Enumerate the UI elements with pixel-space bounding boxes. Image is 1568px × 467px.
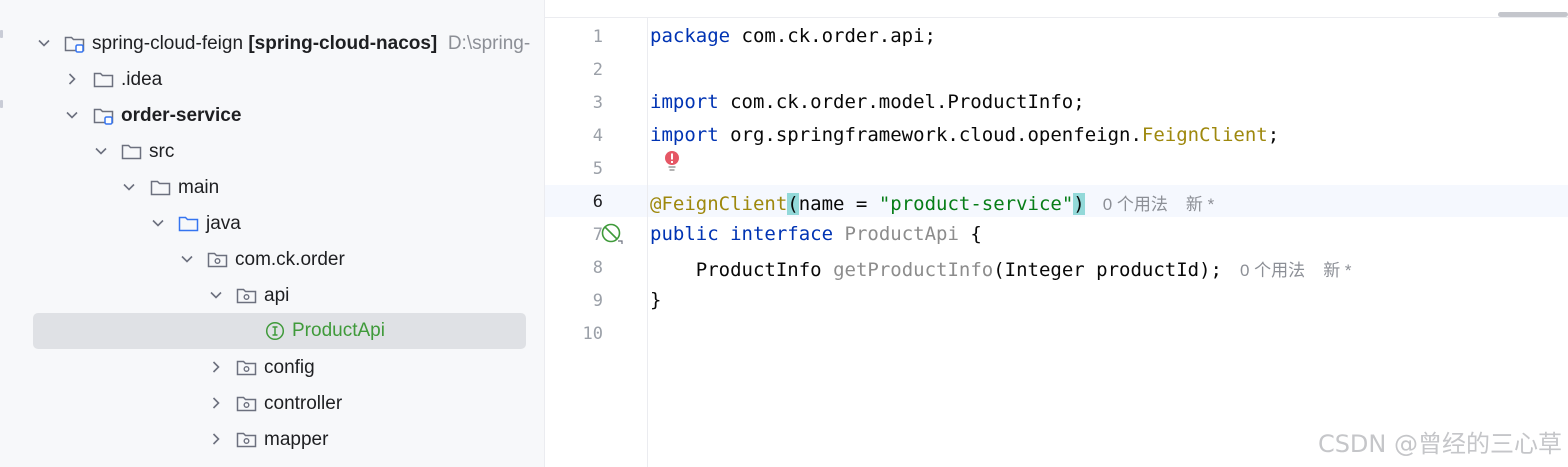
tree-item-controller[interactable]: controller [0, 386, 544, 422]
line-number[interactable]: 6 [563, 192, 603, 212]
chevron-right-icon[interactable] [209, 396, 223, 410]
new-hint[interactable]: 新 * [1323, 261, 1351, 280]
chevron-down-icon[interactable] [94, 144, 108, 158]
tree-item-com-ck-order[interactable]: com.ck.order [0, 242, 544, 278]
watermark: CSDN @曾经的三心草 [1317, 430, 1562, 458]
tree-item-order-service[interactable]: order-service [0, 98, 544, 134]
chevron-down-icon[interactable] [209, 288, 223, 302]
tree-item-label: ProductApi [292, 320, 385, 341]
tree-item-spring-cloud-feign[interactable]: spring-cloud-feign [spring-cloud-nacos] … [0, 26, 544, 62]
tree-item-label: controller [264, 393, 343, 414]
error-bulb-icon[interactable] [663, 150, 681, 174]
tree-item-label: spring-cloud-feign [spring-cloud-nacos] … [92, 33, 531, 54]
line-number[interactable]: 4 [563, 126, 603, 146]
horizontal-scrollbar-thumb[interactable] [1498, 12, 1568, 17]
tree-item-label: java [206, 213, 241, 234]
tree-item-config[interactable]: config [0, 350, 544, 386]
tree-item-productapi[interactable]: ProductApi [0, 313, 544, 349]
module-folder-icon [93, 108, 114, 125]
project-tree-panel: spring-cloud-feign [spring-cloud-nacos] … [0, 0, 545, 467]
chevron-down-icon[interactable] [151, 216, 165, 230]
code-line-6[interactable]: @FeignClient(name = "product-service") 0 … [650, 190, 1214, 215]
tree-item-label: .idea [121, 69, 163, 90]
tree-item-mapper[interactable]: mapper [0, 422, 544, 458]
tree-item-label: api [264, 285, 290, 306]
code-line-3[interactable]: import com.ck.order.model.ProductInfo; [650, 91, 1085, 113]
tree-item-label: config [264, 357, 315, 378]
line-number[interactable]: 1 [563, 27, 603, 47]
gutter-separator [647, 18, 648, 467]
tree-item-api[interactable]: api [0, 278, 544, 314]
tree-item-label: mapper [264, 429, 329, 450]
line-number[interactable]: 9 [563, 291, 603, 311]
chevron-down-icon[interactable] [65, 108, 79, 122]
editor-top-bar [545, 0, 1568, 18]
tree-item-label: src [149, 141, 175, 162]
code-line-1[interactable]: package com.ck.order.api; [650, 25, 936, 47]
package-icon [236, 432, 257, 448]
code-line-8[interactable]: ProductInfo getProductInfo(Integer produ… [650, 256, 1352, 281]
interface-icon [265, 321, 285, 341]
package-icon [236, 288, 257, 304]
tree-item-label: order-service [121, 105, 242, 126]
line-number[interactable]: 3 [563, 93, 603, 113]
chevron-right-icon[interactable] [209, 432, 223, 446]
tree-item-src[interactable]: src [0, 134, 544, 170]
usages-hint[interactable]: 0 个用法 [1240, 261, 1305, 280]
tree-item-label: com.ck.order [235, 249, 345, 270]
package-icon [236, 396, 257, 412]
package-icon [236, 360, 257, 376]
no-implementations-icon[interactable] [600, 223, 624, 245]
source-folder-icon [178, 216, 199, 232]
line-number[interactable]: 5 [563, 159, 603, 179]
code-line-9[interactable]: } [650, 289, 661, 311]
chevron-down-icon[interactable] [37, 36, 51, 50]
package-icon [207, 252, 228, 268]
line-number[interactable]: 7 [563, 225, 603, 245]
code-line-7[interactable]: public interface ProductApi { [650, 223, 982, 245]
folder-icon [150, 180, 171, 196]
chevron-down-icon[interactable] [122, 180, 136, 194]
tree-item-label: main [178, 177, 220, 198]
line-number[interactable]: 8 [563, 258, 603, 278]
usages-hint[interactable]: 0 个用法 [1103, 195, 1168, 214]
folder-icon [121, 144, 142, 160]
code-editor[interactable]: 1 2 3 4 5 6 7 8 9 10 package com.ck.orde… [545, 0, 1568, 467]
new-hint[interactable]: 新 * [1186, 195, 1214, 214]
chevron-down-icon[interactable] [180, 252, 194, 266]
tree-item-idea[interactable]: .idea [0, 62, 544, 98]
tree-item-main[interactable]: main [0, 170, 544, 206]
tree-item-java[interactable]: java [0, 206, 544, 242]
code-line-4[interactable]: import org.springframework.cloud.openfei… [650, 124, 1279, 146]
chevron-right-icon[interactable] [65, 72, 79, 86]
chevron-right-icon[interactable] [209, 360, 223, 374]
module-folder-icon [64, 36, 85, 53]
folder-icon [93, 72, 114, 88]
line-number[interactable]: 2 [563, 60, 603, 80]
line-number[interactable]: 10 [563, 324, 603, 344]
